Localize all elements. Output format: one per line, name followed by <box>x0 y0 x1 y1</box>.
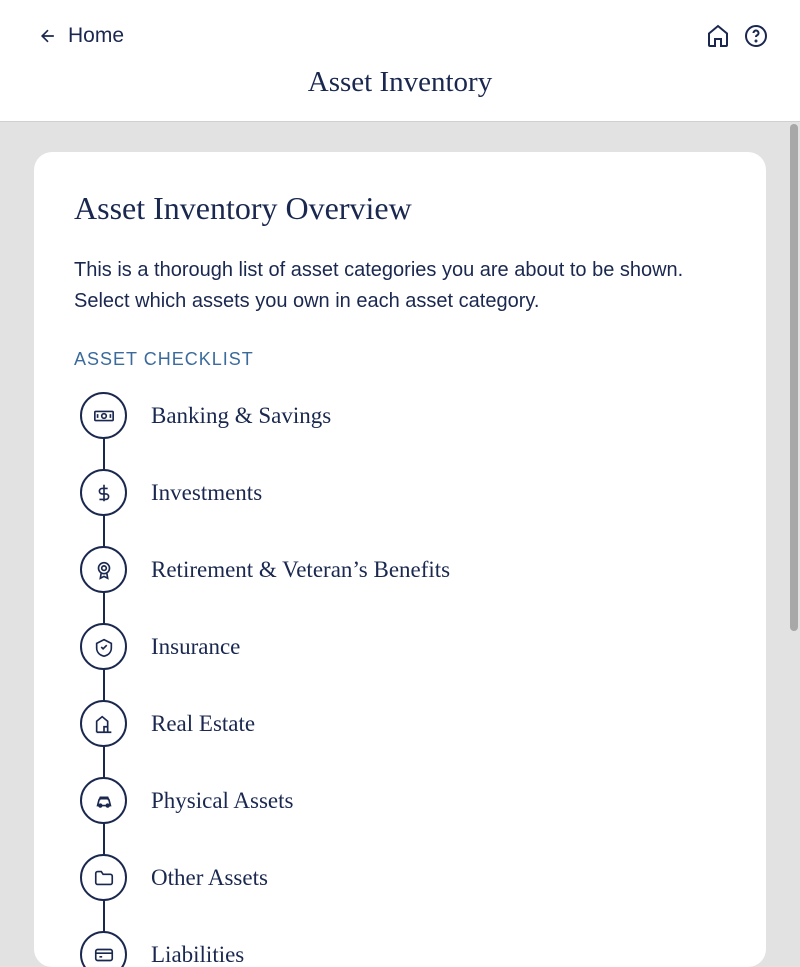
scrollbar-thumb[interactable] <box>790 124 798 631</box>
help-icon[interactable] <box>744 24 768 48</box>
checklist-item-retirement[interactable]: Retirement & Veteran’s Benefits <box>80 546 726 593</box>
checklist-item-label: Investments <box>151 480 262 506</box>
card-title: Asset Inventory Overview <box>74 190 726 227</box>
content-area: Asset Inventory Overview This is a thoro… <box>0 121 800 967</box>
header-icons <box>706 24 768 48</box>
header: Home <box>0 0 800 60</box>
checklist-item-other[interactable]: Other Assets <box>80 854 726 901</box>
home-icon[interactable] <box>706 24 730 48</box>
back-label: Home <box>68 24 124 48</box>
checklist-item-label: Banking & Savings <box>151 403 331 429</box>
checklist-item-banking[interactable]: Banking & Savings <box>80 392 726 439</box>
card-description: This is a thorough list of asset categor… <box>74 255 726 317</box>
checklist-item-insurance[interactable]: Insurance <box>80 623 726 670</box>
arrow-left-icon <box>38 26 58 46</box>
checklist-item-label: Real Estate <box>151 711 255 737</box>
checklist-item-liabilities[interactable]: Liabilities <box>80 931 726 967</box>
banknote-icon <box>80 392 127 439</box>
folder-icon <box>80 854 127 901</box>
asset-checklist: Banking & Savings Investments Retirement… <box>74 392 726 967</box>
overview-card: Asset Inventory Overview This is a thoro… <box>34 152 766 967</box>
checklist-item-physical[interactable]: Physical Assets <box>80 777 726 824</box>
back-button[interactable]: Home <box>38 24 124 48</box>
scrollbar[interactable] <box>788 122 800 967</box>
checklist-item-label: Insurance <box>151 634 240 660</box>
checklist-item-label: Liabilities <box>151 942 244 967</box>
checklist-item-realestate[interactable]: Real Estate <box>80 700 726 747</box>
handshake-icon <box>80 623 127 670</box>
checklist-item-label: Physical Assets <box>151 788 293 814</box>
checklist-item-investments[interactable]: Investments <box>80 469 726 516</box>
car-icon <box>80 777 127 824</box>
checklist-item-label: Other Assets <box>151 865 268 891</box>
page-title: Asset Inventory <box>0 60 800 121</box>
section-label: ASSET CHECKLIST <box>74 349 726 370</box>
building-icon <box>80 700 127 747</box>
badge-icon <box>80 546 127 593</box>
checklist-item-label: Retirement & Veteran’s Benefits <box>151 557 450 583</box>
dollar-icon <box>80 469 127 516</box>
card-icon <box>80 931 127 967</box>
